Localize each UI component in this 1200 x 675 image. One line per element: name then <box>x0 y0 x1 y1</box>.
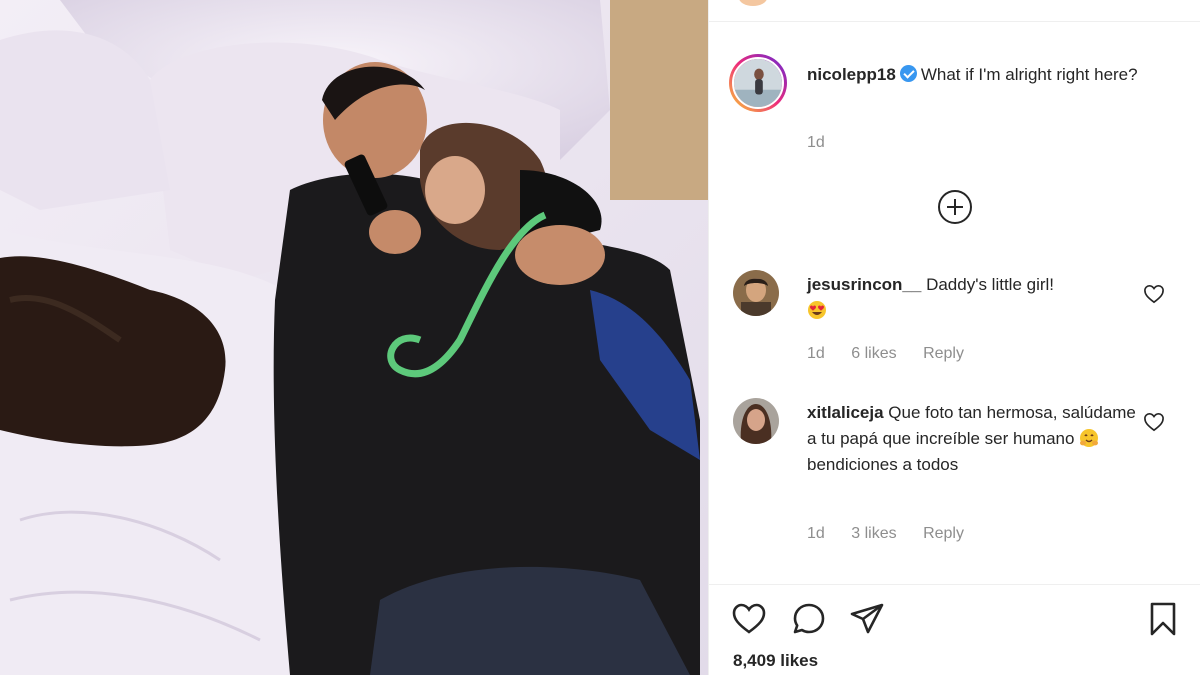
heart-icon[interactable] <box>731 601 767 637</box>
comment-username[interactable]: jesusrincon__ <box>807 275 921 294</box>
post-caption: nicolepp18 What if I'm alright right here… <box>807 62 1167 88</box>
post-image <box>0 0 708 675</box>
comment-text: Daddy's little girl! <box>926 275 1055 294</box>
comment-avatar-jesusrincon[interactable] <box>733 270 779 316</box>
caption-timestamp: 1d <box>807 134 825 151</box>
header-avatar-partial <box>739 0 767 6</box>
load-more-comments-button[interactable] <box>938 190 972 224</box>
author-avatar-image <box>734 59 782 107</box>
comment-avatar-image <box>733 398 779 444</box>
bookmark-icon[interactable] <box>1145 601 1181 637</box>
author-username[interactable]: nicolepp18 <box>807 65 896 84</box>
paper-plane-icon[interactable] <box>849 601 885 637</box>
comment-avatar-image <box>733 270 779 316</box>
comment-text-part-2: bendiciones a todos <box>807 455 959 474</box>
reply-button[interactable]: Reply <box>923 345 964 362</box>
post-photo[interactable] <box>0 0 708 675</box>
header-strip <box>709 0 1200 22</box>
comment-avatar-xitlaliceja[interactable] <box>733 398 779 444</box>
like-comment-heart-icon[interactable] <box>1143 412 1165 432</box>
post-like-count[interactable]: 8,409 likes <box>733 651 818 671</box>
comment-likes[interactable]: 6 likes <box>851 345 896 362</box>
like-comment-heart-icon[interactable] <box>1143 284 1165 304</box>
hugging-face-emoji <box>1080 429 1099 447</box>
comment-1-meta: 1d 6 likes Reply <box>807 345 964 363</box>
post-side-panel: nicolepp18 What if I'm alright right here… <box>708 0 1200 675</box>
comment-time: 1d <box>807 345 825 362</box>
comment-time: 1d <box>807 525 825 542</box>
reply-button[interactable]: Reply <box>923 525 964 542</box>
comment-icon[interactable] <box>791 601 827 637</box>
comment-2-meta: 1d 3 likes Reply <box>807 525 964 543</box>
comment-2: xitlaliceja Que foto tan hermosa, salúda… <box>807 400 1137 478</box>
comment-username[interactable]: xitlaliceja <box>807 403 884 422</box>
comment-1: jesusrincon__ Daddy's little girl! <box>807 272 1137 324</box>
comment-likes[interactable]: 3 likes <box>851 525 896 542</box>
caption-time: 1d <box>807 134 825 152</box>
verified-badge-icon <box>899 65 917 82</box>
author-avatar[interactable] <box>729 54 787 112</box>
post-action-bar: 8,409 likes <box>709 584 1200 675</box>
caption-text: What if I'm alright right here? <box>920 65 1138 84</box>
heart-eyes-emoji <box>808 301 826 319</box>
